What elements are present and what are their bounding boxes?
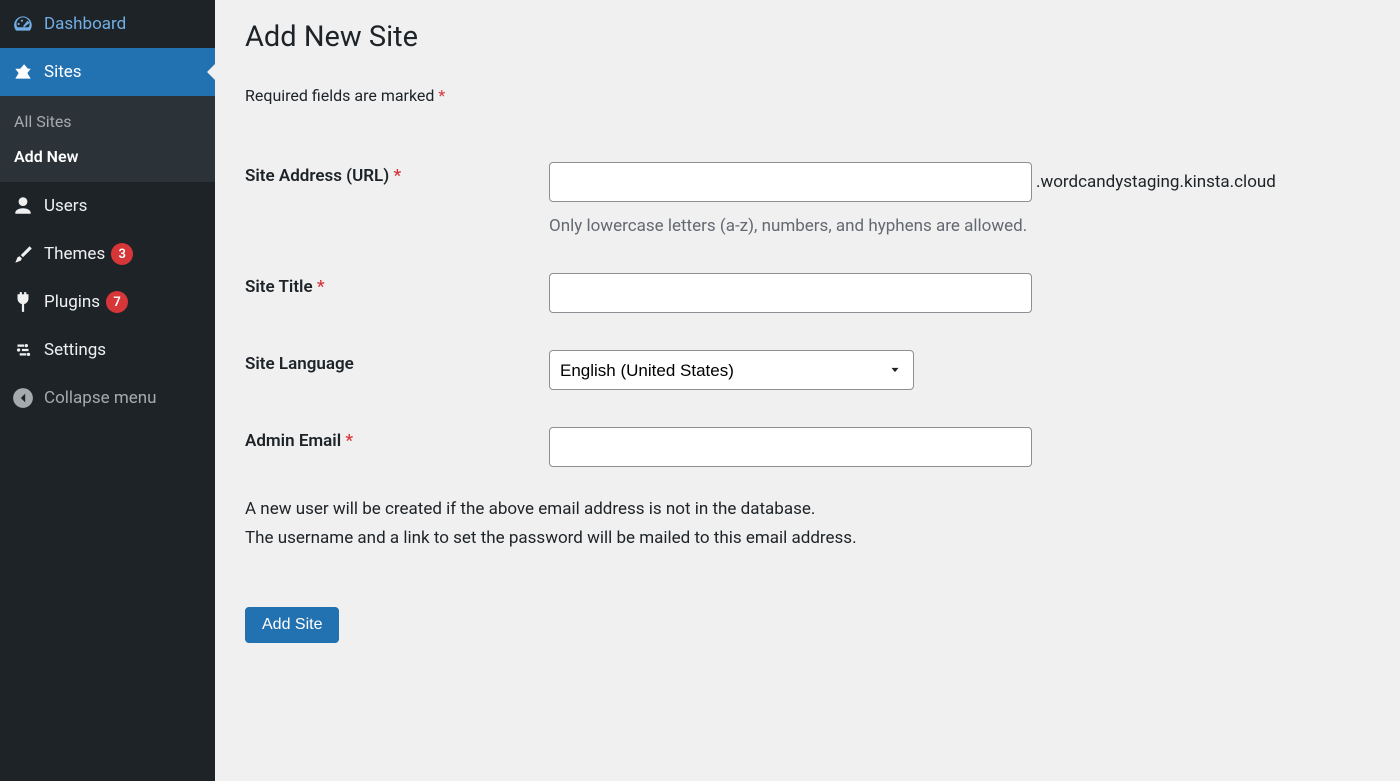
menu-label: Plugins: [44, 292, 100, 312]
site-address-label: Site Address (URL): [245, 166, 389, 186]
site-address-input[interactable]: [549, 162, 1032, 202]
submenu-all-sites[interactable]: All Sites: [0, 104, 215, 139]
add-site-form: Site Address (URL) * .wordcandystaging.k…: [245, 153, 1370, 495]
helper-text: A new user will be created if the above …: [245, 495, 1370, 553]
site-title-label-cell: Site Title *: [245, 264, 549, 341]
menu-label: Sites: [44, 62, 82, 82]
plugins-icon: [12, 291, 34, 313]
menu-label: Settings: [44, 340, 106, 360]
menu-label: Users: [44, 196, 87, 216]
menu-item-users[interactable]: Users: [0, 182, 215, 230]
admin-email-input[interactable]: [549, 427, 1032, 467]
plugins-update-badge: 7: [106, 291, 128, 313]
page-title: Add New Site: [245, 20, 1370, 54]
sites-icon: [12, 61, 34, 83]
menu-item-settings[interactable]: Settings: [0, 326, 215, 374]
menu-item-themes[interactable]: Themes 3: [0, 230, 215, 278]
menu-label: Themes: [44, 244, 105, 264]
settings-icon: [12, 339, 34, 361]
site-address-label-cell: Site Address (URL) *: [245, 153, 549, 264]
site-language-select[interactable]: English (United States): [549, 350, 914, 390]
site-address-suffix: .wordcandystaging.kinsta.cloud: [1036, 172, 1276, 192]
helper-line-2: The username and a link to set the passw…: [245, 528, 857, 548]
site-language-label-cell: Site Language: [245, 341, 549, 418]
add-site-button[interactable]: Add Site: [245, 607, 339, 643]
menu-item-collapse[interactable]: Collapse menu: [0, 374, 215, 422]
themes-icon: [12, 243, 34, 265]
required-asterisk: *: [438, 86, 445, 105]
submenu-add-new[interactable]: Add New: [0, 139, 215, 174]
menu-item-dashboard[interactable]: Dashboard: [0, 0, 215, 48]
required-text: Required fields are marked: [245, 86, 434, 105]
site-title-input[interactable]: [549, 273, 1032, 313]
menu-item-sites[interactable]: Sites: [0, 48, 215, 96]
sites-submenu: All Sites Add New: [0, 96, 215, 182]
users-icon: [12, 195, 34, 217]
menu-label: Dashboard: [44, 14, 126, 34]
helper-line-1: A new user will be created if the above …: [245, 499, 815, 519]
admin-sidebar: Dashboard Sites All Sites Add New Users …: [0, 0, 215, 781]
collapse-icon: [12, 387, 34, 409]
menu-item-plugins[interactable]: Plugins 7: [0, 278, 215, 326]
site-title-label: Site Title: [245, 277, 313, 297]
required-asterisk: *: [317, 277, 325, 297]
required-asterisk: *: [393, 166, 401, 186]
site-address-hint: Only lowercase letters (a-z), numbers, a…: [549, 216, 1370, 236]
required-asterisk: *: [345, 431, 353, 451]
dashboard-icon: [12, 13, 34, 35]
admin-email-label: Admin Email: [245, 431, 341, 451]
site-language-label: Site Language: [245, 354, 354, 374]
themes-update-badge: 3: [111, 243, 133, 265]
required-fields-note: Required fields are marked *: [245, 86, 1370, 105]
main-content: Add New Site Required fields are marked …: [215, 0, 1400, 781]
menu-label: Collapse menu: [44, 388, 157, 408]
admin-email-label-cell: Admin Email *: [245, 418, 549, 495]
